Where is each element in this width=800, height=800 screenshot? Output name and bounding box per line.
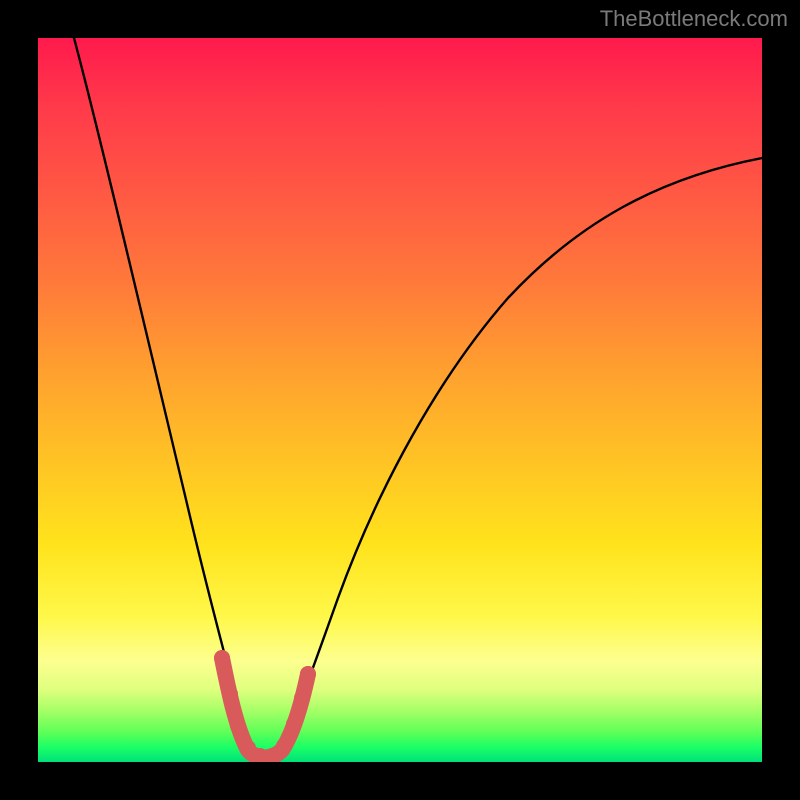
bottleneck-curve-path [74, 38, 762, 759]
watermark-text: TheBottleneck.com [600, 6, 788, 32]
chart-frame: TheBottleneck.com [0, 0, 800, 800]
highlight-band-path [222, 658, 308, 758]
curve-svg [38, 38, 762, 762]
plot-area [38, 38, 762, 762]
